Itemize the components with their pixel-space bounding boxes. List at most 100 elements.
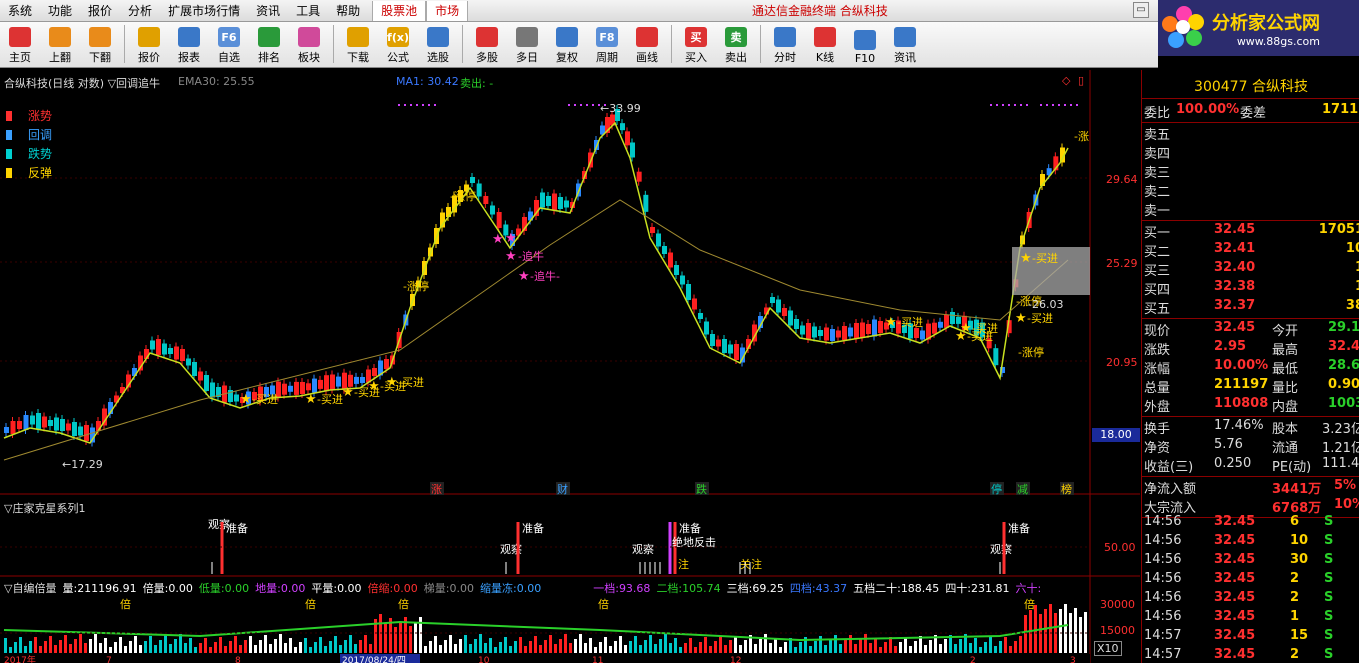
volume-bar: [149, 636, 152, 653]
volume-bar: [679, 647, 682, 653]
kline-chart-area[interactable]: ★ -买进 ★ -买进 ★ -买进 ★ -买进 ★ -买进 ★ -买进 ★ -买进 ★ -买进 ★ -买进 ★ -买进…: [0, 70, 1140, 663]
tick-time: 14:56: [1144, 609, 1182, 624]
volume-bar: [849, 635, 852, 653]
volume-bar: [709, 646, 712, 653]
report-icon: [178, 27, 200, 47]
toolbar-label: 下翻: [89, 51, 111, 64]
toolbar-button-18[interactable]: 分时: [765, 23, 805, 67]
stock-pick-icon: [427, 27, 449, 47]
volume-bar: [959, 639, 962, 653]
price-level-1: 29.64: [1106, 173, 1138, 186]
candle-body: [830, 329, 835, 341]
menu-item-2[interactable]: 报价: [80, 2, 120, 19]
candle-body: [174, 346, 179, 360]
volume-bar: [409, 626, 412, 653]
toolbar-button-4[interactable]: 报表: [169, 23, 209, 67]
menu-item-4[interactable]: 扩展市场行情: [160, 2, 248, 19]
axis-month-4: 11: [592, 656, 603, 663]
toolbar-button-19[interactable]: K线: [805, 23, 845, 67]
buy-signal-label: -买进: [1032, 252, 1058, 265]
volume-bar: [994, 646, 997, 653]
volume-bar: [699, 642, 702, 653]
candle-body: [78, 426, 83, 436]
volume-bar: [854, 644, 857, 653]
volume-bar: [84, 643, 87, 653]
toolbar-button-0[interactable]: 主页: [0, 23, 40, 67]
menu-item-7[interactable]: 帮助: [328, 2, 368, 19]
volume-bar: [459, 639, 462, 653]
toolbar-button-3[interactable]: 报价: [129, 23, 169, 67]
quote-divider: [1142, 476, 1359, 477]
candle-body: [30, 415, 35, 425]
candle-body: [643, 194, 649, 212]
home-icon: [9, 27, 31, 47]
candle-body: [836, 330, 841, 338]
limit-up-label: -涨停: [403, 279, 429, 293]
tick-row: 14:56 32.45 30 S: [1142, 552, 1359, 571]
signal-dot: [1026, 104, 1028, 106]
volume-bar: [344, 640, 347, 653]
toolbar-button-7[interactable]: 板块: [289, 23, 329, 67]
volume-bar: [59, 640, 62, 653]
volume-tier-4: 五档二十:188.45: [853, 580, 939, 596]
volume-bar: [264, 635, 267, 653]
menu-item-0[interactable]: 系统: [0, 2, 40, 19]
toolbar-button-10[interactable]: 选股: [418, 23, 458, 67]
candle-body: [156, 339, 161, 355]
toolbar-button-13[interactable]: 复权: [547, 23, 587, 67]
volume-bar: [469, 644, 472, 653]
volume-bar: [594, 647, 597, 653]
volume-bar: [779, 647, 782, 653]
toolbar-button-8[interactable]: 下载: [338, 23, 378, 67]
signal-dot: [1020, 104, 1022, 106]
toolbar-button-5[interactable]: F6 自选: [209, 23, 249, 67]
volume-bar: [529, 641, 532, 653]
menu-item-1[interactable]: 功能: [40, 2, 80, 19]
volume-bar: [734, 636, 737, 653]
toolbar-button-20[interactable]: F10: [845, 23, 885, 67]
volume-bar: [989, 637, 992, 653]
panel-toggle-icon[interactable]: ▯: [1078, 74, 1084, 87]
volume-bar: [199, 643, 202, 653]
buy-level-volume: 1: [1355, 279, 1359, 294]
market-tab-1[interactable]: 市场: [426, 0, 469, 21]
wei-cha-value: 17111: [1322, 102, 1359, 117]
volume-bar: [914, 641, 917, 653]
menu-items: 系统 功能 报价 分析 扩展市场行情 资讯 工具 帮助: [0, 2, 368, 19]
toolbar-button-1[interactable]: 上翻: [40, 23, 80, 67]
toolbar-button-6[interactable]: 排名: [249, 23, 289, 67]
volume-bar: [864, 634, 867, 653]
toolbar-button-15[interactable]: 画线: [627, 23, 667, 67]
toolbar-label: 上翻: [49, 51, 71, 64]
menu-item-5[interactable]: 资讯: [248, 2, 288, 19]
arrow-down-icon: [89, 27, 111, 47]
menu-item-6[interactable]: 工具: [288, 2, 328, 19]
signal-dot: [1046, 104, 1048, 106]
toolbar-button-11[interactable]: 多股: [467, 23, 507, 67]
menu-item-3[interactable]: 分析: [120, 2, 160, 19]
toolbar-button-17[interactable]: 卖卖出: [716, 23, 756, 67]
tick-side: S: [1324, 514, 1334, 529]
volume-bar: [1024, 615, 1027, 653]
volume-bar: [744, 640, 747, 653]
toolbar-button-14[interactable]: F8 周期: [587, 23, 627, 67]
ema-label: EMA30: 25.55: [178, 75, 255, 88]
toolbar-button-12[interactable]: 多日: [507, 23, 547, 67]
market-tab-0[interactable]: 股票池: [372, 0, 427, 21]
toolbar-button-9[interactable]: f(x) 公式: [378, 23, 418, 67]
toolbar-button-21[interactable]: 资讯: [885, 23, 925, 67]
toolbar-label: K线: [815, 51, 835, 64]
prepare-label: 准备: [1008, 521, 1030, 535]
volume-bar: [179, 634, 182, 653]
volume-tier-key: 四十:: [945, 582, 972, 595]
event-tag-4: 减: [1017, 483, 1028, 496]
volume-bar: [219, 637, 222, 653]
toolbar-button-2[interactable]: 下翻: [80, 23, 120, 67]
window-control-icon[interactable]: ▭: [1133, 2, 1149, 18]
candle-body: [198, 371, 203, 381]
price-level-2: 25.29: [1106, 257, 1138, 270]
volume-bar: [24, 646, 27, 653]
toolbar-button-16[interactable]: 买买入: [676, 23, 716, 67]
volume-bar: [689, 638, 692, 653]
diamond-icon[interactable]: ◇: [1062, 74, 1070, 87]
